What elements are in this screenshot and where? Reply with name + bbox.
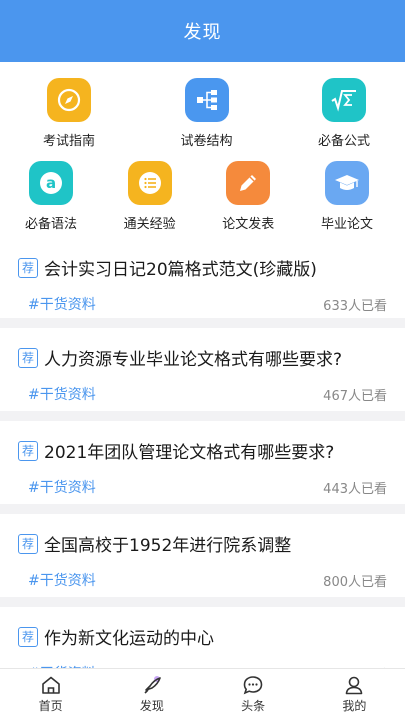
category-label: 毕业论文	[320, 217, 373, 232]
article-tag[interactable]: #干货资料	[28, 477, 96, 497]
tab-headlines[interactable]: 头条	[203, 669, 304, 720]
letter-a-icon: a	[29, 161, 73, 205]
list-icon	[127, 161, 172, 205]
article-item[interactable]: 荐 全国高校于1952年进行院系调整 #干货资料 800人已看	[0, 514, 405, 597]
category-grid: 考试指南 试卷结构 必备公式 a 必备语法 通关经验 论文发表 毕业论文	[0, 62, 405, 238]
category-label: 试卷结构	[180, 134, 233, 149]
svg-text:a: a	[46, 174, 56, 192]
category-formulas[interactable]: 必备公式	[298, 78, 390, 149]
recommend-badge: 荐	[18, 626, 38, 647]
discover-screen: 发现 考试指南 试卷结构 必备公式 a 必备语法 通关经验 论文发表 毕业论文 …	[0, 0, 405, 720]
article-views: 633人已看	[323, 298, 387, 314]
top-header: 发现	[0, 0, 405, 62]
category-exam-guide[interactable]: 考试指南	[23, 78, 115, 149]
graduation-cap-icon	[324, 161, 369, 205]
article-item[interactable]: 荐 2021年团队管理论文格式有哪些要求? #干货资料 443人已看	[0, 421, 405, 504]
article-tag[interactable]: #干货资料	[28, 294, 96, 314]
article-tag[interactable]: #干货资料	[28, 384, 96, 404]
recommend-badge: 荐	[18, 347, 38, 368]
category-label: 必备公式	[317, 134, 370, 149]
structure-icon	[184, 78, 229, 122]
tab-profile[interactable]: 我的	[304, 669, 405, 720]
rocket-icon	[144, 676, 161, 694]
article-views: 800人已看	[323, 574, 387, 590]
pencil-icon	[226, 161, 271, 205]
tab-label: 头条	[241, 699, 266, 713]
recommend-badge: 荐	[18, 257, 38, 278]
article-views: 467人已看	[323, 388, 387, 404]
article-views: 443人已看	[323, 481, 387, 497]
page-title: 发现	[183, 22, 222, 43]
recommend-badge: 荐	[18, 533, 38, 554]
article-title: 作为新文化运动的中心	[44, 629, 214, 649]
tab-label: 我的	[342, 699, 367, 713]
tab-discover[interactable]: 发现	[101, 669, 202, 720]
category-label: 通关经验	[123, 217, 176, 232]
user-icon	[346, 676, 363, 695]
article-title: 会计实习日记20篇格式范文(珍藏版)	[44, 260, 317, 280]
article-title: 全国高校于1952年进行院系调整	[44, 536, 292, 556]
article-tag[interactable]: #干货资料	[28, 570, 96, 590]
tab-label: 首页	[38, 699, 63, 713]
category-label: 考试指南	[42, 134, 95, 149]
category-label: 必备语法	[24, 217, 77, 232]
category-label: 论文发表	[222, 217, 275, 232]
chat-bubble-icon	[243, 676, 263, 695]
compass-icon	[47, 78, 91, 122]
category-publishing[interactable]: 论文发表	[202, 161, 294, 232]
article-item[interactable]: 荐 人力资源专业毕业论文格式有哪些要求? #干货资料 467人已看	[0, 328, 405, 411]
category-grammar[interactable]: a 必备语法	[5, 161, 97, 232]
bottom-tab-bar: 首页 发现 头条 我的	[0, 668, 405, 720]
recommend-badge: 荐	[18, 440, 38, 461]
category-paper-structure[interactable]: 试卷结构	[161, 78, 253, 149]
category-experience[interactable]: 通关经验	[104, 161, 196, 232]
category-thesis[interactable]: 毕业论文	[301, 161, 393, 232]
article-item[interactable]: 荐 会计实习日记20篇格式范文(珍藏版) #干货资料 633人已看	[0, 238, 405, 318]
sqrt-formula-icon	[322, 78, 366, 122]
article-title: 人力资源专业毕业论文格式有哪些要求?	[44, 350, 343, 370]
article-title: 2021年团队管理论文格式有哪些要求?	[44, 443, 335, 463]
tab-home[interactable]: 首页	[0, 669, 101, 720]
tab-label: 发现	[139, 699, 164, 713]
home-icon	[41, 676, 60, 694]
